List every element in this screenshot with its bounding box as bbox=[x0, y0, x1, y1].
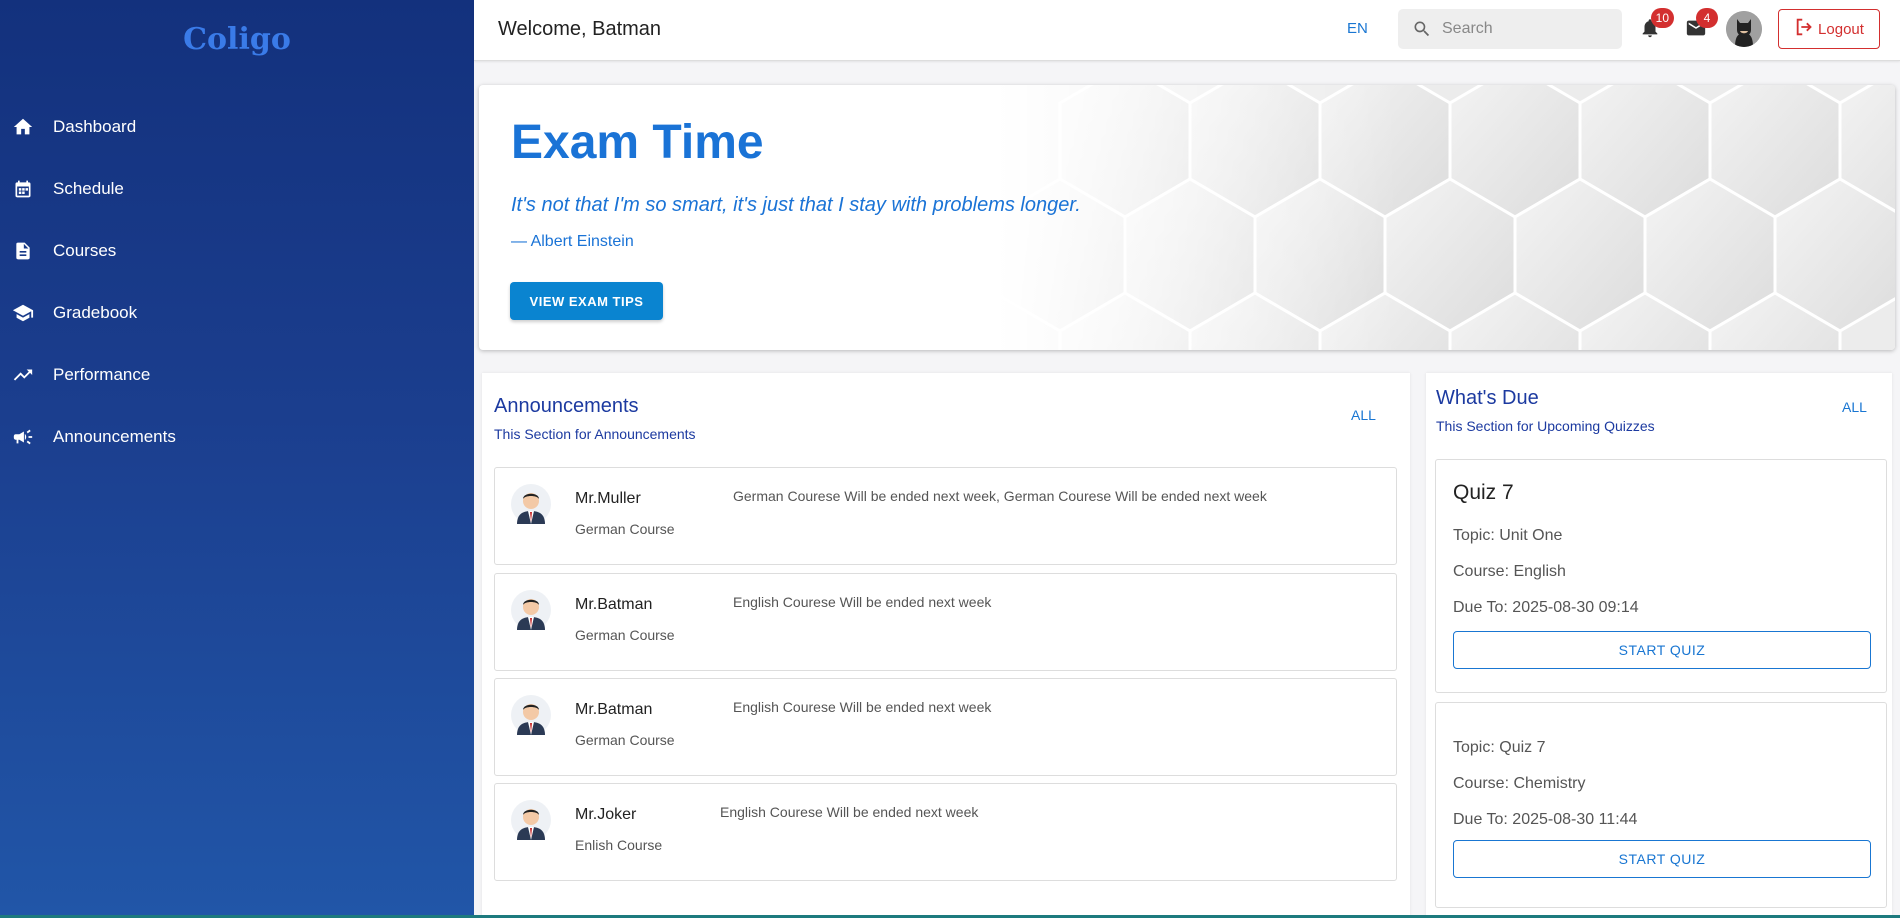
announcement-course: Enlish Course bbox=[575, 837, 663, 853]
announcement-message: English Courese Will be ended next week bbox=[733, 699, 992, 715]
sidebar-item-dashboard[interactable]: Dashboard bbox=[0, 96, 474, 158]
sidebar-item-schedule[interactable]: Schedule bbox=[0, 158, 474, 220]
announcement-card: Mr.Muller German Course German Courese W… bbox=[494, 467, 1397, 565]
notifications-button[interactable]: 10 bbox=[1636, 8, 1674, 44]
home-icon bbox=[11, 115, 35, 139]
announcement-course: German Course bbox=[575, 732, 675, 748]
announcement-author: Mr.Batman bbox=[575, 596, 653, 613]
sidebar: Coligo Dashboard Schedule Courses Gradeb… bbox=[0, 0, 474, 918]
quiz-course: Course: English bbox=[1453, 563, 1566, 580]
graduation-cap-icon bbox=[11, 301, 35, 325]
sidebar-item-courses[interactable]: Courses bbox=[0, 220, 474, 282]
quiz-due-date: Due To: 2025-08-30 09:14 bbox=[1453, 599, 1639, 616]
batman-avatar-icon bbox=[1726, 11, 1762, 47]
sidebar-item-label: Gradebook bbox=[53, 303, 138, 322]
quiz-card: Quiz 7 Topic: Unit One Course: English D… bbox=[1435, 459, 1887, 693]
whats-due-panel: What's Due This Section for Upcoming Qui… bbox=[1426, 373, 1892, 918]
sidebar-item-gradebook[interactable]: Gradebook bbox=[0, 282, 474, 344]
whats-due-all-button[interactable]: ALL bbox=[1842, 399, 1867, 415]
quiz-title: Quiz 7 bbox=[1453, 481, 1514, 504]
document-icon bbox=[11, 239, 35, 263]
search-box[interactable] bbox=[1398, 9, 1622, 49]
view-exam-tips-button[interactable]: VIEW EXAM TIPS bbox=[510, 282, 663, 320]
hero-quote: It's not that I'm so smart, it's just th… bbox=[511, 194, 1081, 216]
welcome-text: Welcome, Batman bbox=[498, 18, 662, 40]
announcement-card: Mr.Joker Enlish Course English Courese W… bbox=[494, 783, 1397, 881]
quiz-due-date: Due To: 2025-08-30 11:44 bbox=[1453, 811, 1638, 828]
announcements-panel: Announcements This Section for Announcem… bbox=[482, 373, 1410, 918]
announcement-message: English Courese Will be ended next week bbox=[720, 804, 979, 820]
logout-button[interactable]: Logout bbox=[1778, 9, 1880, 49]
sidebar-item-label: Performance bbox=[53, 365, 151, 384]
announcement-author: Mr.Muller bbox=[575, 490, 641, 507]
user-avatar[interactable] bbox=[1726, 11, 1762, 47]
announcement-message: English Courese Will be ended next week bbox=[733, 594, 992, 610]
announcements-title: Announcements bbox=[494, 395, 639, 417]
sidebar-item-label: Announcements bbox=[53, 427, 176, 446]
app-logo[interactable]: Coligo bbox=[0, 22, 474, 57]
sidebar-nav: Dashboard Schedule Courses Gradebook Per… bbox=[0, 96, 474, 468]
search-icon bbox=[1412, 19, 1432, 39]
sidebar-item-label: Schedule bbox=[53, 179, 124, 198]
quiz-topic: Topic: Quiz 7 bbox=[1453, 739, 1546, 756]
hero-quote-author: — Albert Einstein bbox=[511, 233, 634, 250]
teacher-avatar-icon bbox=[511, 695, 551, 735]
trending-up-icon bbox=[11, 363, 35, 387]
teacher-avatar-icon bbox=[511, 590, 551, 630]
language-selector[interactable]: EN bbox=[1347, 20, 1368, 37]
calendar-icon bbox=[11, 177, 35, 201]
logout-label: Logout bbox=[1818, 20, 1864, 38]
messages-button[interactable]: 4 bbox=[1682, 8, 1718, 44]
sidebar-item-label: Dashboard bbox=[53, 117, 137, 136]
hexagon-background bbox=[995, 85, 1895, 350]
start-quiz-button[interactable]: START QUIZ bbox=[1453, 840, 1871, 878]
announcement-course: German Course bbox=[575, 521, 675, 537]
quiz-course: Course: Chemistry bbox=[1453, 775, 1586, 792]
announcement-course: German Course bbox=[575, 627, 675, 643]
sidebar-item-label: Courses bbox=[53, 241, 117, 260]
start-quiz-button[interactable]: START QUIZ bbox=[1453, 631, 1871, 669]
sidebar-item-announcements[interactable]: Announcements bbox=[0, 406, 474, 468]
whats-due-subtitle: This Section for Upcoming Quizzes bbox=[1436, 418, 1655, 434]
sidebar-item-performance[interactable]: Performance bbox=[0, 344, 474, 406]
messages-badge: 4 bbox=[1696, 8, 1718, 28]
quiz-topic: Topic: Unit One bbox=[1453, 527, 1563, 544]
exam-hero-card: Exam Time It's not that I'm so smart, it… bbox=[479, 85, 1895, 350]
hero-title: Exam Time bbox=[511, 116, 764, 169]
logout-icon bbox=[1794, 16, 1816, 42]
announcement-card: Mr.Batman German Course English Courese … bbox=[494, 573, 1397, 671]
whats-due-title: What's Due bbox=[1436, 387, 1539, 409]
teacher-avatar-icon bbox=[511, 484, 551, 524]
announcements-all-button[interactable]: ALL bbox=[1351, 407, 1376, 423]
quiz-card: Topic: Quiz 7 Course: Chemistry Due To: … bbox=[1435, 702, 1887, 908]
announcements-subtitle: This Section for Announcements bbox=[494, 426, 696, 442]
megaphone-icon bbox=[11, 425, 35, 449]
announcement-message: German Courese Will be ended next week, … bbox=[733, 488, 1267, 504]
announcement-card: Mr.Batman German Course English Courese … bbox=[494, 678, 1397, 776]
teacher-avatar-icon bbox=[511, 800, 551, 840]
notifications-badge: 10 bbox=[1650, 8, 1674, 28]
announcement-author: Mr.Batman bbox=[575, 701, 653, 718]
top-header: Welcome, Batman EN 10 4 Logout bbox=[474, 0, 1900, 61]
search-input[interactable] bbox=[1442, 20, 1612, 38]
announcement-author: Mr.Joker bbox=[575, 806, 637, 823]
